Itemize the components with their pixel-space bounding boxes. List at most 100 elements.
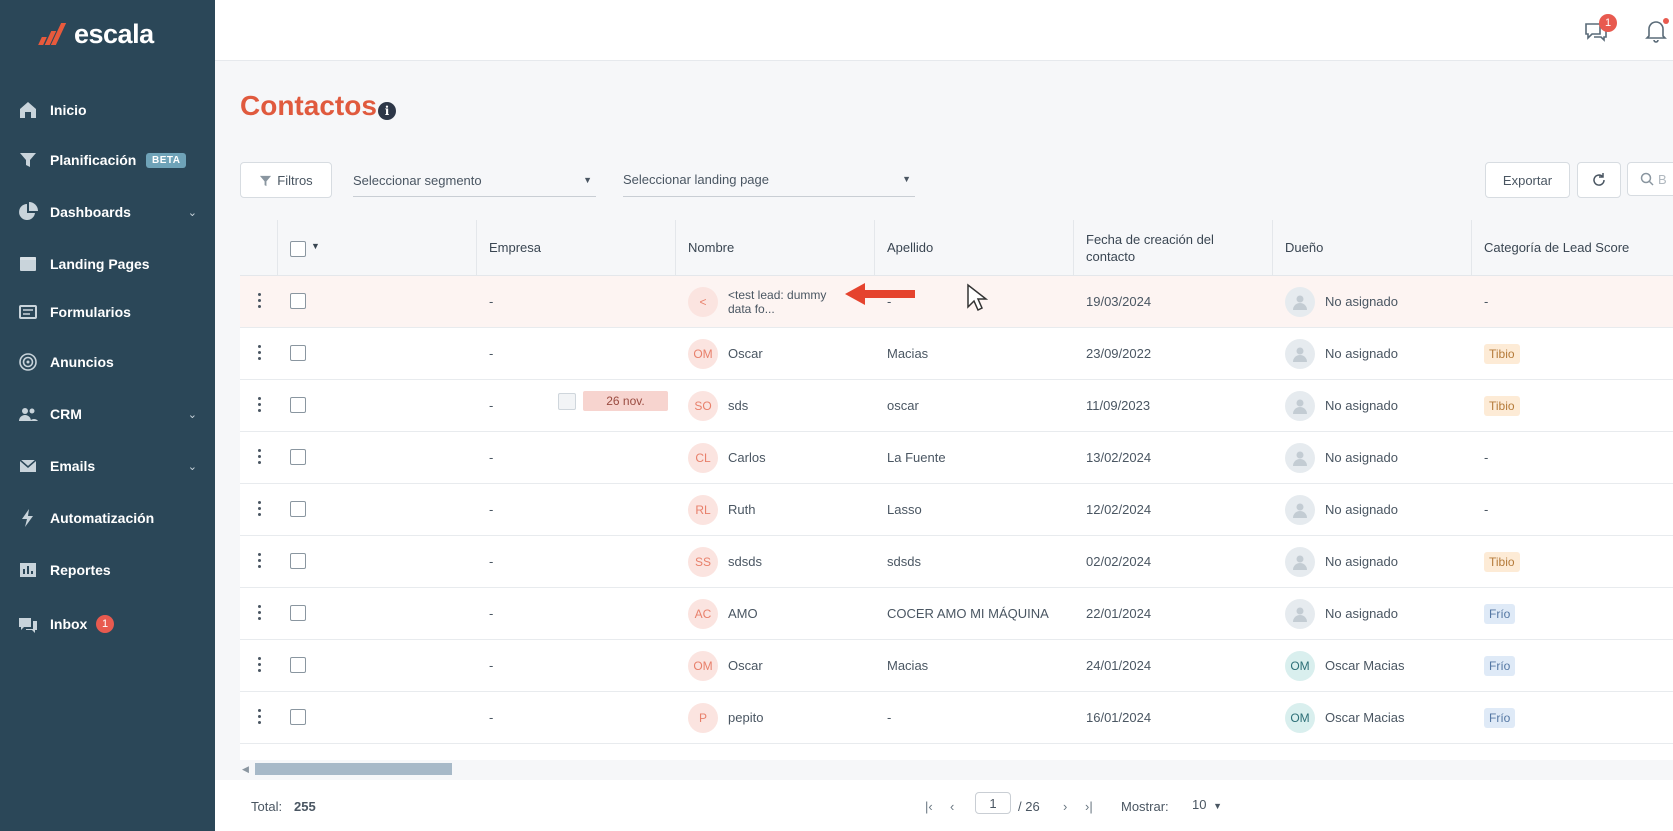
owner-name: No asignado [1325, 294, 1398, 309]
last-page-icon[interactable]: ›| [1085, 799, 1093, 814]
contact-avatar: P [688, 702, 718, 733]
first-page-icon[interactable]: |‹ [925, 799, 933, 814]
landing-select[interactable]: Seleccionar landing page ▼ [623, 162, 915, 197]
sidebar-item-label: Planificación [50, 152, 137, 168]
cell-nombre[interactable]: SO sds [688, 380, 868, 431]
cell-fecha: 22/01/2024 [1086, 606, 1152, 621]
row-checkbox[interactable] [290, 709, 306, 725]
cell-nombre[interactable]: AC AMO [688, 588, 868, 639]
table-row[interactable]: - OM Oscar Macias 23/09/2022 No asignado Tibio [240, 328, 1673, 380]
cell-nombre[interactable]: OM Oscar [688, 640, 868, 691]
contact-name: Carlos [728, 449, 766, 465]
table-row[interactable]: - RL Ruth Lasso 12/02/2024 No asignado - [240, 484, 1673, 536]
topbar: 1 [215, 0, 1673, 61]
owner-avatar [1285, 390, 1315, 421]
row-checkbox[interactable] [290, 449, 306, 465]
sidebar-item-crm[interactable]: CRM ⌄ [0, 394, 215, 434]
row-menu-icon[interactable] [258, 397, 262, 413]
table-row[interactable]: - SS sdsds sdsds 02/02/2024 No asignado Tibio [240, 536, 1673, 588]
column-fecha[interactable]: Fecha de creación del contacto [1073, 220, 1272, 275]
column-empresa[interactable]: Empresa [476, 220, 675, 275]
info-icon[interactable]: i [378, 102, 396, 120]
cell-nombre[interactable]: CL Carlos [688, 432, 868, 483]
beta-badge: BETA [146, 152, 187, 168]
segment-placeholder: Seleccionar segmento [353, 172, 482, 188]
cell-nombre[interactable]: RL Ruth [688, 484, 868, 535]
bell-button[interactable] [1643, 18, 1669, 44]
row-menu-icon[interactable] [258, 553, 262, 569]
prev-page-icon[interactable]: ‹ [950, 799, 954, 814]
table-row[interactable]: - CL Carlos La Fuente 13/02/2024 No asignado - [240, 432, 1673, 484]
export-button[interactable]: Exportar [1485, 162, 1570, 198]
row-checkbox[interactable] [290, 657, 306, 673]
row-checkbox[interactable] [290, 501, 306, 517]
escala-logo[interactable]: escala [38, 18, 154, 50]
sidebar-item-emails[interactable]: Emails ⌄ [0, 446, 215, 486]
row-checkbox[interactable] [290, 605, 306, 621]
cell-nombre[interactable]: OM Oscar [688, 328, 868, 379]
report-icon [18, 560, 38, 580]
chat-notifications-button[interactable]: 1 [1583, 14, 1617, 44]
sidebar-item-anuncios[interactable]: Anuncios [0, 342, 215, 382]
table-row[interactable]: - Ppepito - 16/01/2024 OM Oscar Macias Frío [240, 692, 1673, 744]
caret-down-icon: ▼ [902, 174, 911, 184]
owner-avatar [1285, 286, 1315, 317]
mail-icon [18, 456, 38, 476]
contacts-table: ▼ Empresa Nombre Apellido Fecha de creac… [240, 220, 1673, 760]
sidebar-item-dashboards[interactable]: Dashboards ⌄ [0, 192, 215, 232]
sidebar-item-automatizacion[interactable]: Automatización [0, 498, 215, 538]
cell-nombre[interactable]: < <test lead: dummy data fo... [688, 276, 868, 327]
owner-avatar [1285, 598, 1315, 629]
sidebar-item-reportes[interactable]: Reportes [0, 550, 215, 590]
column-dueno[interactable]: Dueño [1272, 220, 1471, 275]
filters-button[interactable]: Filtros [240, 162, 332, 198]
row-menu-icon[interactable] [258, 501, 262, 517]
row-menu-icon[interactable] [258, 605, 262, 621]
sidebar-item-inicio[interactable]: Inicio [0, 90, 215, 130]
row-menu-icon[interactable] [258, 709, 262, 725]
table-row[interactable]: - < <test lead: dummy data fo... - 19/03/202… [240, 276, 1673, 328]
calendar-icon [558, 393, 576, 410]
cell-nombre[interactable]: Ppepito [688, 692, 868, 743]
segment-select[interactable]: Seleccionar segmento ▼ [353, 164, 596, 197]
sidebar-item-label: Landing Pages [50, 256, 150, 272]
table-row[interactable]: - OM Oscar Macias 24/01/2024 OM Oscar Macias Fr… [240, 640, 1673, 692]
row-menu-icon[interactable] [258, 345, 262, 361]
page-input[interactable] [975, 792, 1011, 814]
cell-empresa: - [489, 658, 494, 673]
row-menu-icon[interactable] [258, 449, 262, 465]
cell-apellido: - [887, 710, 892, 725]
next-page-icon[interactable]: › [1063, 799, 1067, 814]
total-value: 255 [294, 799, 316, 814]
cell-dueno: No asignado [1285, 380, 1398, 431]
cell-apellido: La Fuente [887, 450, 946, 465]
table-row[interactable]: - AC AMO COCER AMO MI MÁQUINA 22/01/2024 No a… [240, 588, 1673, 640]
lead-score-tag: - [1484, 294, 1489, 309]
sidebar-item-inbox[interactable]: Inbox 1 [0, 604, 215, 644]
table-row[interactable]: 26 nov. - SO sds oscar 11/09/2023 No asignado T… [240, 380, 1673, 432]
row-checkbox[interactable] [290, 293, 306, 309]
scroll-left-icon[interactable]: ◀ [242, 764, 249, 775]
search-input[interactable]: B [1627, 162, 1673, 196]
page-size-select[interactable]: 10 ▼ [1192, 797, 1222, 812]
row-menu-icon[interactable] [258, 293, 262, 309]
landing-placeholder: Seleccionar landing page [623, 171, 769, 187]
scrollbar-thumb[interactable] [255, 763, 452, 775]
row-checkbox[interactable] [290, 553, 306, 569]
column-lead-score[interactable]: Categoría de Lead Score [1471, 220, 1673, 275]
cell-empresa: - [489, 710, 494, 725]
row-checkbox[interactable] [290, 397, 306, 413]
funnel-icon [260, 175, 272, 186]
column-nombre[interactable]: Nombre [675, 220, 874, 275]
logo-text: escala [74, 18, 154, 49]
horizontal-scrollbar[interactable]: ◀ [240, 762, 1673, 776]
sidebar-item-planificacion[interactable]: Planificación BETA [0, 140, 215, 180]
refresh-button[interactable] [1577, 162, 1621, 198]
sidebar-item-landing-pages[interactable]: Landing Pages [0, 244, 215, 284]
column-apellido[interactable]: Apellido [874, 220, 1073, 275]
user-placeholder-icon [1291, 553, 1309, 571]
sidebar-item-formularios[interactable]: Formularios [0, 292, 215, 332]
row-menu-icon[interactable] [258, 657, 262, 673]
cell-nombre[interactable]: SS sdsds [688, 536, 868, 587]
row-checkbox[interactable] [290, 345, 306, 361]
